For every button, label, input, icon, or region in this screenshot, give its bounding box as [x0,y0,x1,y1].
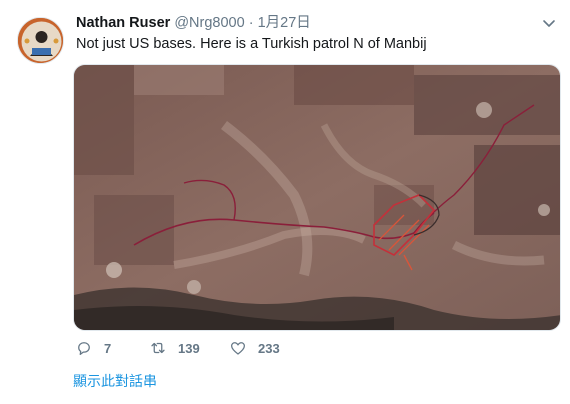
avatar-image [18,18,63,63]
tweet-header: Nathan Ruser @Nrg8000 · 1月27日 [76,13,550,33]
heart-icon [230,342,246,355]
tweet-text: Not just US bases. Here is a Turkish pat… [76,36,427,52]
separator-dot: · [248,15,254,31]
retweet-count: 139 [178,340,200,356]
tweet-timestamp[interactable]: 1月27日 [258,15,311,31]
retweet-icon [151,342,165,354]
show-thread-link[interactable]: 顯示此對話串 [73,372,157,390]
author-handle[interactable]: @Nrg8000 [174,15,244,31]
tweet: Nathan Ruser @Nrg8000 · 1月27日 Not just U… [0,0,570,404]
like-count: 233 [258,340,280,356]
avatar[interactable] [17,17,64,64]
satellite-map-image [74,65,560,330]
retweet-button[interactable]: 139 [149,336,200,360]
tweet-image[interactable] [73,64,561,331]
tweet-actions: 7 139 233 [73,336,493,360]
like-button[interactable]: 233 [229,336,280,360]
author-name[interactable]: Nathan Ruser [76,15,170,31]
reply-button[interactable]: 7 [75,336,111,360]
reply-icon [78,342,90,356]
chevron-down-icon[interactable] [541,15,557,31]
reply-count: 7 [104,340,112,356]
